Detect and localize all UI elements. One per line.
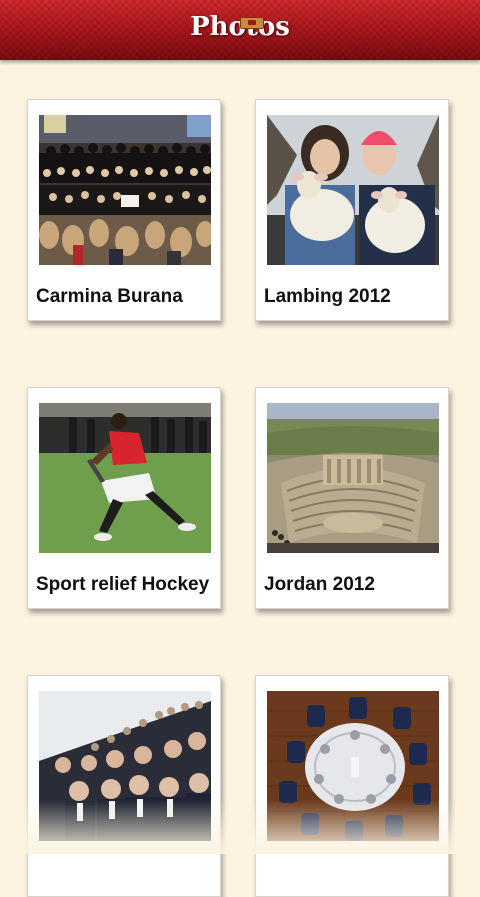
album-card-lambing-2012[interactable]: Lambing 2012 <box>255 99 449 321</box>
album-thumbnail <box>267 403 439 553</box>
album-caption: Lambing 2012 <box>264 286 391 307</box>
album-card-group-photo[interactable] <box>27 675 221 897</box>
album-card-sport-relief-hockey[interactable]: Sport relief Hockey <box>27 387 221 609</box>
album-thumbnail <box>39 115 211 265</box>
album-card-dinner-table[interactable] <box>255 675 449 897</box>
album-thumbnail <box>39 691 211 841</box>
album-thumbnail <box>267 691 439 841</box>
album-card-jordan-2012[interactable]: Jordan 2012 <box>255 387 449 609</box>
album-thumbnail <box>39 403 211 553</box>
album-caption: Sport relief Hockey <box>36 574 210 595</box>
app-header: Photos <box>0 0 480 60</box>
album-thumbnail <box>267 115 439 265</box>
album-caption: Carmina Burana <box>36 286 183 307</box>
school-crest-icon <box>240 17 264 29</box>
album-card-carmina-burana[interactable]: Carmina Burana <box>27 99 221 321</box>
album-caption: Jordan 2012 <box>264 574 375 595</box>
